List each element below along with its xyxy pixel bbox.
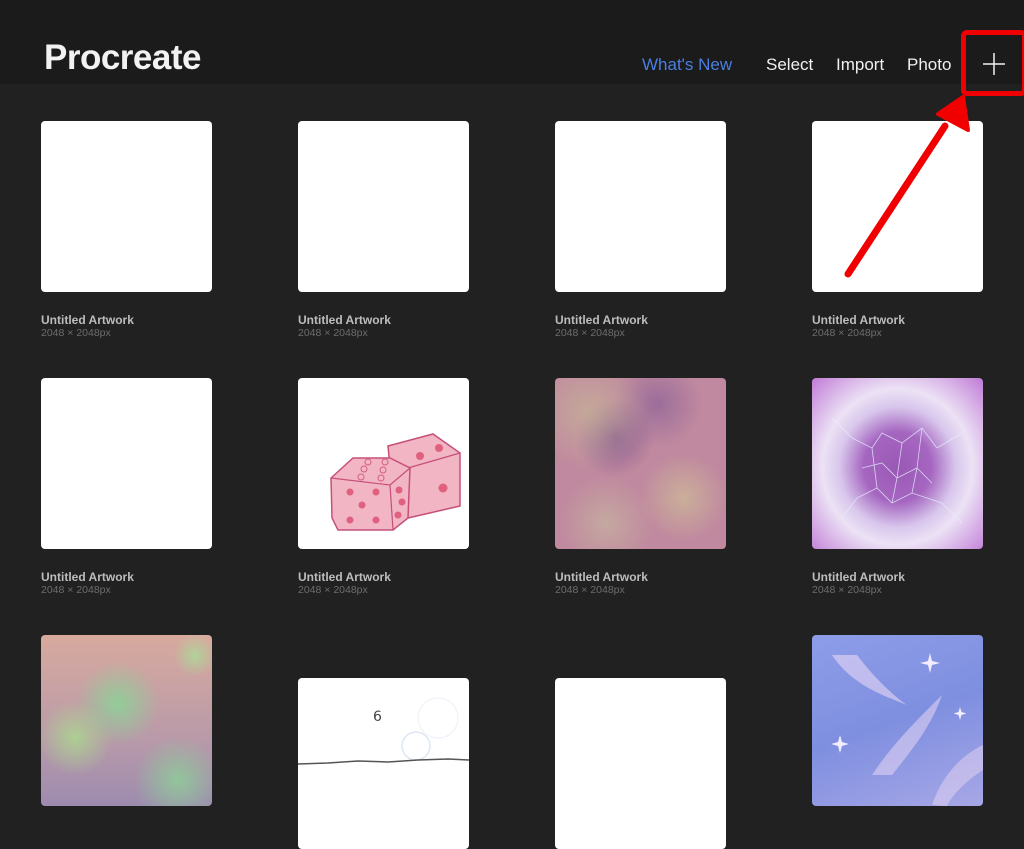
svg-text:6: 6	[373, 709, 382, 725]
artwork-thumbnail[interactable]	[41, 635, 212, 806]
sketch-drawing: 6	[298, 697, 469, 765]
artwork-title: Untitled Artwork	[41, 313, 134, 327]
artwork-thumbnail[interactable]	[812, 378, 983, 549]
artwork-size: 2048 × 2048px	[298, 327, 368, 339]
artwork-size: 2048 × 2048px	[555, 584, 625, 596]
crack-texture	[831, 417, 963, 524]
artwork-size: 2048 × 2048px	[812, 327, 882, 339]
artwork-thumbnail[interactable]	[41, 121, 212, 292]
new-canvas-button[interactable]	[972, 41, 1016, 87]
artwork-size: 2048 × 2048px	[812, 584, 882, 596]
artwork-title: Untitled Artwork	[298, 570, 391, 584]
artwork-thumbnail[interactable]	[555, 678, 726, 849]
artwork-title: Untitled Artwork	[555, 313, 648, 327]
whats-new-button[interactable]: What's New	[642, 54, 732, 76]
artwork-size: 2048 × 2048px	[555, 327, 625, 339]
photo-button[interactable]: Photo	[907, 54, 951, 76]
sparkle-waves	[831, 653, 983, 806]
top-bar: Procreate What's New Select Import Photo	[0, 0, 1024, 84]
dice-drawing	[330, 433, 461, 531]
plus-icon	[983, 53, 1005, 75]
artwork-thumbnail[interactable]	[298, 378, 469, 549]
artwork-size: 2048 × 2048px	[298, 584, 368, 596]
import-button[interactable]: Import	[836, 54, 884, 76]
artwork-size: 2048 × 2048px	[41, 584, 111, 596]
artwork-thumbnail[interactable]	[812, 121, 983, 292]
artwork-thumbnail[interactable]	[812, 635, 983, 806]
artwork-size: 2048 × 2048px	[41, 327, 111, 339]
artwork-title: Untitled Artwork	[555, 570, 648, 584]
artwork-title: Untitled Artwork	[41, 570, 134, 584]
artwork-title: Untitled Artwork	[298, 313, 391, 327]
artwork-thumbnail[interactable]: 6	[298, 678, 469, 849]
artwork-thumbnail[interactable]	[555, 121, 726, 292]
artwork-thumbnail[interactable]	[41, 378, 212, 549]
artwork-title: Untitled Artwork	[812, 570, 905, 584]
artwork-title: Untitled Artwork	[812, 313, 905, 327]
select-button[interactable]: Select	[766, 54, 813, 76]
artwork-thumbnail[interactable]	[555, 378, 726, 549]
artwork-thumbnail[interactable]	[298, 121, 469, 292]
app-title: Procreate	[44, 38, 201, 77]
